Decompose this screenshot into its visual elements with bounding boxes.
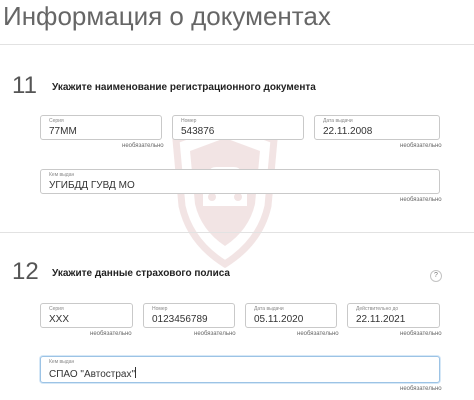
section-heading: Укажите наименование регистрационного до… [52,82,316,93]
policy-series-field[interactable]: Серия ХХХ [40,303,133,328]
optional-note: необязательно [400,197,442,203]
optional-note: необязательно [90,331,132,337]
field-label: Действительно до [356,306,399,312]
section-number: 12 [12,258,39,285]
field-value: 22.11.2008 [323,126,373,137]
policy-number-field[interactable]: Номер 0123456789 [143,303,235,328]
optional-note: необязательно [400,331,442,337]
field-value: 543876 [181,126,215,137]
field-label: Серия [49,118,64,124]
section-divider [0,232,474,233]
section-number: 11 [12,72,37,99]
optional-note: необязательно [400,143,442,149]
field-value: ХХХ [49,314,70,325]
optional-note: необязательно [122,143,164,149]
optional-note: необязательно [297,331,339,337]
field-value: 05.11.2020 [254,314,304,325]
field-label: Дата выдачи [254,306,284,312]
registration-issue-date-field[interactable]: Дата выдачи 22.11.2008 [314,115,440,140]
question-icon[interactable]: ? [430,270,442,282]
policy-issue-date-field[interactable]: Дата выдачи 05.11.2020 [245,303,337,328]
field-value: 77ММ [49,126,77,137]
optional-note: необязательно [400,386,442,392]
field-label: Номер [181,118,197,124]
field-value: СПАО "Автострах" [49,367,137,380]
field-label: Кем выдан [49,359,75,365]
field-value-text: СПАО "Автострах" [49,369,136,380]
page-title: Информация о документах [3,1,331,31]
section-heading: Укажите данные страхового полиса [52,268,230,279]
field-label: Номер [152,306,168,312]
policy-issuer-field[interactable]: Кем выдан СПАО "Автострах" [40,356,440,383]
field-value: 0123456789 [152,314,208,325]
field-label: Серия [49,306,64,312]
registration-series-field[interactable]: Серия 77ММ [40,115,162,140]
registration-number-field[interactable]: Номер 543876 [172,115,304,140]
field-value: 22.11.2021 [356,314,406,325]
field-value: УГИБДД ГУВД МО [49,180,135,191]
field-label: Дата выдачи [323,118,353,124]
policy-valid-until-field[interactable]: Действительно до 22.11.2021 [347,303,440,328]
optional-note: необязательно [194,331,236,337]
header-divider [0,44,474,45]
field-label: Кем выдан [49,172,75,178]
registration-issuer-field[interactable]: Кем выдан УГИБДД ГУВД МО [40,169,440,194]
text-cursor [135,367,137,378]
